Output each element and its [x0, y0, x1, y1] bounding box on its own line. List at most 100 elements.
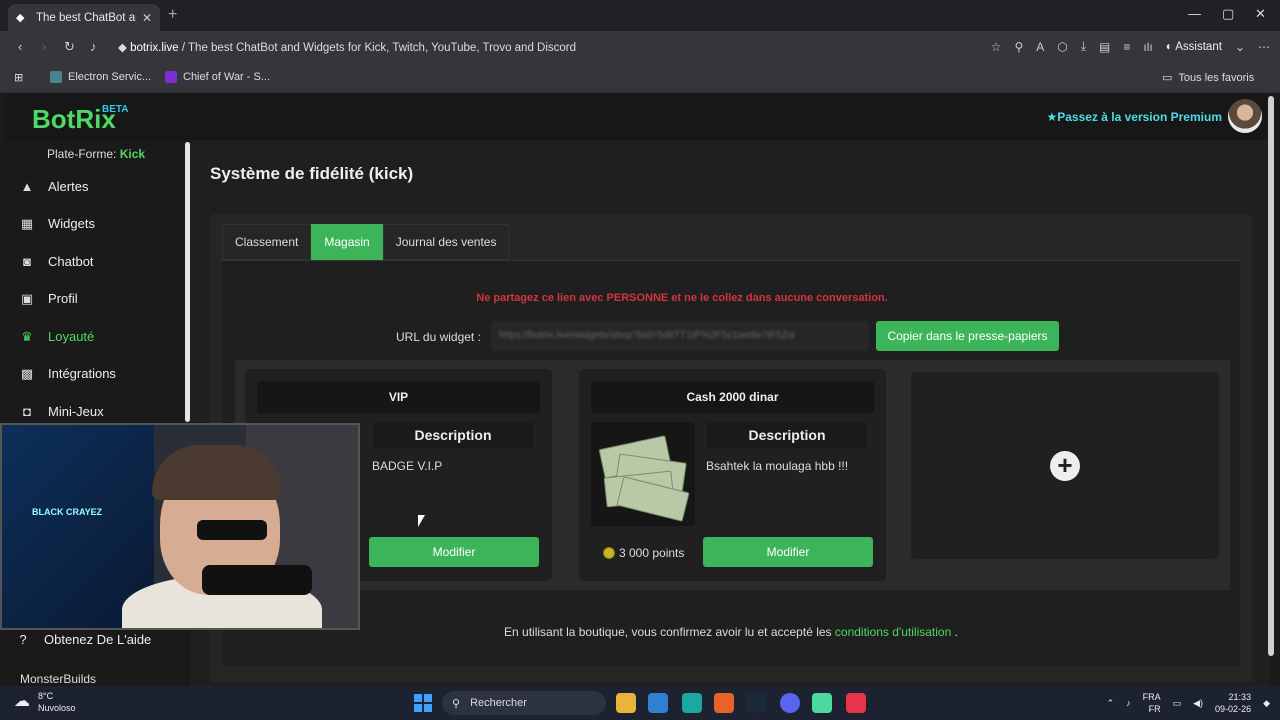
cloud-icon: ☁	[14, 693, 30, 710]
tab-classement[interactable]: Classement	[222, 224, 312, 260]
sidebar-item-loyaute[interactable]: ♛ Loyauté	[18, 318, 188, 355]
star-icon[interactable]: ☆	[991, 40, 1002, 54]
app-icon[interactable]	[714, 693, 734, 713]
more-icon[interactable]: ⋯	[1258, 40, 1270, 54]
neon-sign: BLACK CRAYEZ	[32, 507, 103, 517]
chevron-down-icon[interactable]: ⌄	[1235, 40, 1245, 54]
id-card-icon: ▣	[20, 290, 34, 306]
assistant-button[interactable]: ◐ Assistant	[1166, 41, 1222, 53]
add-item-card[interactable]: +	[911, 372, 1219, 559]
translate-icon[interactable]: A	[1036, 40, 1044, 54]
close-window-icon[interactable]: ✕	[1255, 6, 1266, 22]
url-domain: botrix.live	[130, 42, 179, 54]
premium-link[interactable]: ★Passez à la version Premium	[1046, 110, 1222, 124]
page-scrollbar[interactable]	[1268, 96, 1274, 656]
sidebar-item-monsterbuilds[interactable]: MonsterBuilds	[20, 672, 96, 686]
network-icon[interactable]: ▭	[1173, 698, 1182, 709]
address-bar: ‹ › ↻ ♪ ◆ botrix.live / The best ChatBot…	[0, 31, 1280, 62]
steam-icon[interactable]	[746, 693, 766, 713]
sidebar-item-alertes[interactable]: ▲ Alertes	[18, 168, 188, 205]
extensions-icon[interactable]: ⬡	[1057, 40, 1067, 54]
loyalty-panel: Classement Magasin Journal des ventes Ne…	[210, 214, 1252, 682]
bookmark-item[interactable]: Electron Servic...	[50, 71, 151, 83]
sidebar-item-label: Intégrations	[48, 366, 116, 381]
maximize-icon[interactable]: ▢	[1222, 6, 1234, 22]
menu-lines-icon[interactable]: ≡	[1123, 40, 1130, 54]
favorites-label: Tous les favoris	[1178, 71, 1255, 84]
url-path: / The best ChatBot and Widgets for Kick,…	[178, 42, 577, 54]
discord-icon[interactable]	[780, 693, 800, 713]
avatar[interactable]	[1228, 99, 1262, 133]
audio-icon[interactable]: ılı	[1143, 40, 1152, 54]
weather-widget[interactable]: ☁ 8°C Nuvoloso	[14, 690, 76, 714]
assistant-label: Assistant	[1175, 40, 1222, 53]
sidebar-item-chatbot[interactable]: ◙ Chatbot	[18, 243, 188, 280]
widget-url-label: URL du widget :	[396, 330, 481, 344]
sidebar-item-label: Loyauté	[48, 329, 95, 344]
browser-tab[interactable]: ◆ The best ChatBot and Wi ✕	[8, 4, 160, 31]
time: 21:33	[1228, 692, 1252, 702]
edit-item-button[interactable]: Modifier	[369, 537, 539, 567]
store-icon[interactable]	[648, 693, 668, 713]
minimize-icon[interactable]: —	[1188, 6, 1201, 21]
volume-icon[interactable]: ◀)	[1193, 698, 1203, 709]
app-topbar: BotRix BETA ★Passez à la version Premium	[4, 94, 1270, 140]
apps-icon[interactable]: ⊞	[14, 71, 23, 84]
question-icon: ?	[19, 632, 27, 647]
copilot-icon[interactable]: ◆	[1263, 698, 1270, 709]
new-tab-icon[interactable]: +	[168, 6, 177, 24]
puzzle-icon: ▩	[20, 365, 34, 381]
widget-url-field[interactable]: https://botrix.live/widgets/shop?bid=5d8…	[492, 322, 868, 350]
date: 09-02-26	[1215, 704, 1252, 714]
reload-icon[interactable]: ↻	[64, 39, 75, 55]
terms-link[interactable]: conditions d'utilisation	[835, 625, 951, 639]
lang-layout: FR	[1148, 704, 1161, 714]
tiktok-icon[interactable]	[846, 693, 866, 713]
sidebar-item-integrations[interactable]: ▩ Intégrations	[18, 355, 188, 392]
browser-tabbar: ◆ The best ChatBot and Wi ✕ + — ▢ ✕	[0, 0, 1280, 31]
back-icon[interactable]: ‹	[18, 39, 22, 54]
item-title: Cash 2000 dinar	[591, 381, 874, 413]
forward-icon[interactable]: ›	[42, 39, 46, 54]
tab-magasin[interactable]: Magasin	[311, 224, 383, 260]
edit-item-button[interactable]: Modifier	[703, 537, 873, 567]
chevron-up-icon[interactable]: ⌃	[1107, 698, 1115, 709]
shop-item-card: Cash 2000 dinar Description Bsahtek la m…	[579, 369, 886, 581]
file-explorer-icon[interactable]	[616, 693, 636, 713]
platform-value: Kick	[119, 147, 146, 161]
sidebar-item-profil[interactable]: ▣ Profil	[18, 280, 188, 317]
sidebar-item-widgets[interactable]: ▦ Widgets	[18, 205, 188, 242]
description-heading: Description	[373, 422, 533, 448]
terms-suffix: .	[954, 625, 958, 639]
streamlabs-icon[interactable]	[812, 693, 832, 713]
close-tab-icon[interactable]: ✕	[142, 11, 152, 25]
taskbar-search[interactable]: ⚲ Rechercher	[442, 691, 606, 715]
mic-icon[interactable]: ♪	[1126, 698, 1131, 708]
edge-browser-icon[interactable]	[682, 693, 702, 713]
bookmark-label: Chief of War - S...	[183, 71, 271, 83]
windows-start-icon[interactable]	[414, 694, 432, 712]
all-favorites[interactable]: ▭ Tous les favoris	[1162, 71, 1255, 85]
url-field[interactable]: ◆ botrix.live / The best ChatBot and Wid…	[118, 40, 576, 54]
bookmark-favicon-icon	[165, 71, 177, 83]
bookmark-item[interactable]: Chief of War - S...	[165, 71, 270, 83]
terms-text: En utilisant la boutique, vous confirmez…	[504, 625, 832, 639]
sidebar-item-help[interactable]: ? Obtenez De L'aide	[14, 632, 151, 647]
electron-icon	[50, 71, 62, 83]
tab-bar: Classement Magasin Journal des ventes	[222, 224, 510, 260]
language-indicator[interactable]: FRA FR	[1143, 691, 1161, 715]
copy-to-clipboard-button[interactable]: Copier dans le presse-papiers	[876, 321, 1059, 351]
search-icon: ⚲	[452, 697, 461, 710]
tab-journal-des-ventes[interactable]: Journal des ventes	[382, 224, 510, 260]
link-icon[interactable]: ⚲	[1014, 40, 1023, 54]
sidebar-scrollbar[interactable]	[185, 142, 190, 422]
cash-image	[591, 422, 695, 526]
plus-icon[interactable]: +	[1050, 451, 1080, 481]
site-info-icon[interactable]: ◆	[118, 42, 127, 54]
item-description: Bsahtek la moulaga hbb !!!	[706, 459, 849, 473]
collections-icon[interactable]: ▤	[1099, 40, 1110, 54]
mic-icon[interactable]: ♪	[90, 39, 97, 54]
download-icon[interactable]: ⤓	[1081, 39, 1086, 54]
clock[interactable]: 21:33 09-02-26	[1215, 691, 1251, 715]
description-heading: Description	[707, 422, 867, 448]
